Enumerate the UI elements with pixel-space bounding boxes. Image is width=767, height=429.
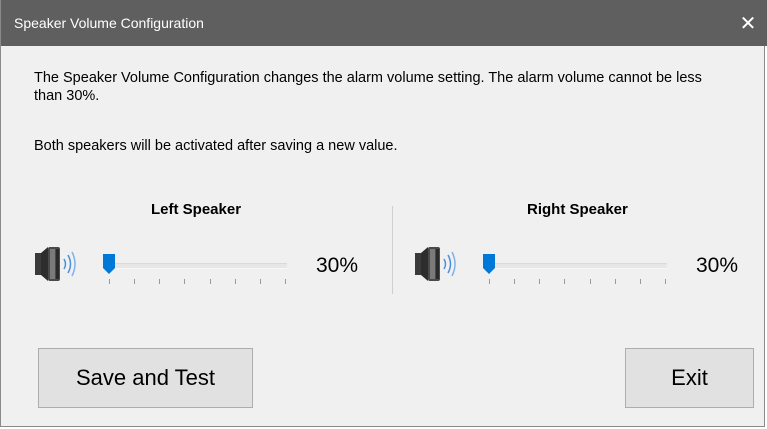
speaker-divider [392,206,393,294]
speaker-icon [35,247,76,281]
slider-tick [159,279,161,284]
left-speaker-title: Left Speaker [151,201,242,218]
slider-tick [109,279,110,284]
save-and-test-button[interactable]: Save and Test [38,348,253,408]
slider-tick [489,279,490,284]
left-volume-value: 30% [316,254,359,277]
title-bar[interactable]: Speaker Volume Configuration ✕ [1,0,767,46]
slider-tick [614,279,616,284]
slider-tick [184,279,186,284]
slider-tick [134,279,136,284]
slider-tick [234,279,236,284]
right-speaker-title: Right Speaker [527,201,628,218]
slider-tick [665,279,666,284]
slider-tick [259,279,261,284]
left-volume-slider[interactable] [102,248,287,288]
description-text: The Speaker Volume Configuration changes… [34,70,702,104]
slider-track [489,263,667,269]
slider-ticks [485,279,667,285]
window-title: Speaker Volume Configuration [14,15,204,31]
slider-thumb[interactable] [482,253,496,275]
slider-tick [209,279,211,284]
slider-track [109,263,287,269]
slider-tick [564,279,566,284]
slider-thumb[interactable] [102,253,116,275]
slider-tick [639,279,641,284]
slider-tick [285,279,286,284]
speaker-icon [415,247,456,281]
activation-note: Both speakers will be activated after sa… [34,138,398,154]
right-volume-slider[interactable] [482,248,667,288]
slider-tick [514,279,516,284]
slider-ticks [105,279,287,285]
right-volume-value: 30% [696,254,739,277]
slider-tick [589,279,591,284]
dialog-window: Speaker Volume Configuration ✕ The Speak… [0,0,767,427]
exit-button[interactable]: Exit [625,348,754,408]
close-icon[interactable]: ✕ [728,0,767,46]
slider-tick [539,279,541,284]
